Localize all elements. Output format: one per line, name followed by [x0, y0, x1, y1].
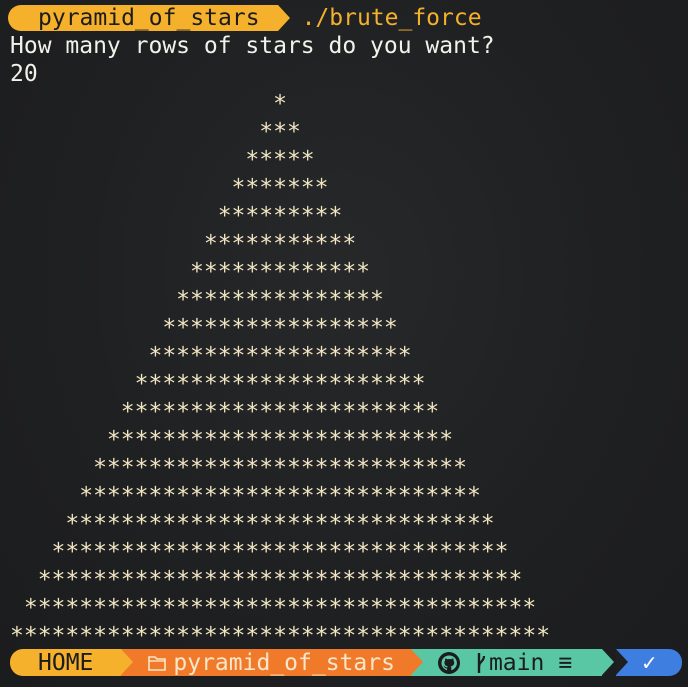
pyramid-row: ******************* — [10, 343, 412, 369]
status-git-segment: main ≡ — [410, 649, 615, 676]
output-question: How many rows of stars do you want? — [10, 33, 495, 59]
status-bar: HOME pyramid_of_stars main ≡ ✓ — [10, 649, 683, 676]
prompt-command: ./brute_force — [301, 5, 482, 31]
pyramid-row: *************** — [10, 287, 384, 313]
prompt-directory-segment: pyramid_of_stars — [8, 5, 290, 31]
git-branch-icon — [475, 651, 487, 675]
prompt-directory: pyramid_of_stars — [38, 5, 260, 31]
pyramid-row: ************************* — [10, 427, 454, 453]
pyramid-row: *************************** — [10, 455, 467, 481]
pyramid-row: ***************************** — [10, 483, 481, 509]
pyramid-row: ************* — [10, 259, 371, 285]
pyramid-row: ***** — [10, 147, 315, 173]
pyramid-row: *********** — [10, 231, 357, 257]
status-home-segment: HOME — [10, 649, 134, 676]
pyramid-row: *** — [10, 119, 301, 145]
pyramid-row: ******************************* — [10, 511, 495, 537]
pyramid-row: ************************************* — [10, 595, 537, 621]
pyramid-row: *********************************** — [10, 567, 523, 593]
pyramid-row: ********************* — [10, 371, 426, 397]
status-directory-label: pyramid_of_stars — [173, 649, 395, 676]
star-pyramid: * *** ***** ******* ********* **********… — [10, 90, 550, 650]
output-answer: 20 — [10, 61, 38, 87]
terminal-window[interactable]: pyramid_of_stars ./brute_force How many … — [0, 0, 688, 687]
status-directory-segment: pyramid_of_stars — [121, 649, 423, 676]
pyramid-row: ******* — [10, 175, 329, 201]
check-icon: ✓ — [642, 649, 657, 676]
status-branch-label: main — [488, 649, 545, 676]
status-home-label: HOME — [38, 649, 94, 676]
pyramid-row: *************************************** — [10, 623, 551, 649]
pyramid-row: ********* — [10, 203, 343, 229]
github-icon — [437, 651, 461, 675]
prompt-line: pyramid_of_stars ./brute_force — [8, 4, 482, 32]
pyramid-row: ********************************* — [10, 539, 509, 565]
pyramid-row: *********************** — [10, 399, 440, 425]
pyramid-row: ***************** — [10, 315, 398, 341]
pyramid-row: * — [10, 91, 287, 117]
status-branch-state: ≡ — [558, 649, 573, 676]
folder-icon — [147, 654, 167, 672]
status-ok-segment: ✓ — [616, 649, 683, 676]
